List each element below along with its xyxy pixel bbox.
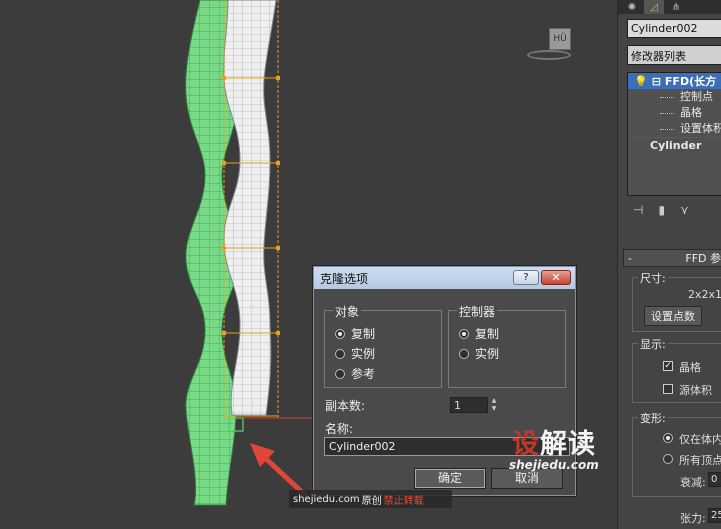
command-panel-tabs: ✺ ◿ ⋔ <box>618 0 721 14</box>
viewcube-face[interactable]: HÜ <box>549 28 571 50</box>
show-end-result-icon[interactable]: ▮ <box>658 203 665 221</box>
object-copy-option[interactable]: 复制 <box>335 325 375 342</box>
all-vertices-label: 所有顶点 <box>679 454 721 467</box>
all-vertices-radio[interactable] <box>663 454 673 464</box>
annotation-arrow <box>250 443 308 498</box>
object-reference-label: 参考 <box>351 367 376 381</box>
stack-subitem-set-volume[interactable]: 设置体积 <box>628 121 721 137</box>
object-group-label: 对象 <box>333 303 362 320</box>
lattice-checkbox-label: 晶格 <box>679 361 701 374</box>
lattice-checkbox[interactable]: ✓ <box>663 361 673 371</box>
ok-button[interactable]: 确定 <box>414 468 486 489</box>
watermark-bar-original: 原创 <box>361 495 382 507</box>
dialog-title: 克隆选项 <box>320 271 369 286</box>
make-unique-icon[interactable]: ⋎ <box>680 203 689 221</box>
white-cylinder-mesh <box>223 0 277 416</box>
controller-copy-label: 复制 <box>475 327 500 341</box>
watermark-bar-site: shejiedu.com <box>293 493 360 505</box>
deform-label: 变形: <box>638 410 668 426</box>
rollout-title: FFD 参数 <box>685 252 721 265</box>
modifier-list-dropdown[interactable]: 修改器列表 <box>627 45 721 65</box>
controller-group: 控制器 复制 实例 <box>448 303 566 388</box>
stack-item-ffd[interactable]: 💡 ⊟ FFD(长方 <box>628 73 721 89</box>
object-reference-radio[interactable] <box>335 368 345 379</box>
controller-copy-option[interactable]: 复制 <box>459 325 499 342</box>
falloff-label: 衰减: <box>680 476 706 489</box>
controller-instance-label: 实例 <box>475 347 500 361</box>
tension-input[interactable]: 25 <box>708 508 721 523</box>
copies-spinner[interactable]: ▲ ▼ <box>489 397 499 413</box>
pin-stack-icon[interactable]: ⊣ <box>633 203 643 221</box>
collapse-icon[interactable]: ⊟ <box>652 75 661 88</box>
controller-group-label: 控制器 <box>457 303 498 320</box>
only-in-volume-radio[interactable] <box>663 433 673 443</box>
set-points-button[interactable]: 设置点数 <box>644 306 702 326</box>
modify-icon[interactable]: ◿ <box>644 0 664 14</box>
object-reference-option[interactable]: 参考 <box>335 365 375 382</box>
watermark-bar-forbidden: 禁止转载 <box>383 495 424 507</box>
object-group: 对象 复制 实例 参考 <box>324 303 442 388</box>
axis-z-label: z <box>250 400 255 410</box>
gear-icon[interactable]: ✺ <box>622 0 642 14</box>
controller-copy-radio[interactable] <box>459 328 469 339</box>
axis-y-label: y <box>249 302 255 313</box>
tension-label: 张力: <box>680 512 706 525</box>
viewcube-compass-ring[interactable] <box>527 50 571 60</box>
watermark-logo-red: 设 <box>512 429 540 460</box>
source-volume-checkbox[interactable] <box>663 384 673 394</box>
dimensions-value: 2x2x17 <box>688 288 721 301</box>
help-button[interactable]: ? <box>513 270 539 285</box>
object-instance-option[interactable]: 实例 <box>335 345 375 362</box>
spinner-up-icon[interactable]: ▲ <box>489 397 499 405</box>
controller-instance-option[interactable]: 实例 <box>459 345 499 362</box>
object-copy-label: 复制 <box>351 327 376 341</box>
dimensions-label: 尺寸: <box>638 270 668 286</box>
stack-item-ffd-label: FFD(长方 <box>664 75 717 88</box>
display-label: 显示: <box>638 336 668 352</box>
lightbulb-icon[interactable]: 💡 <box>634 75 648 88</box>
copies-input[interactable]: 1 <box>450 397 488 413</box>
stack-toolbar: ⊣ ▮ ⋎ <box>627 203 721 221</box>
ffd-parameters-rollout-header[interactable]: - FFD 参数 <box>623 249 721 267</box>
watermark-bar: shejiedu.com 原创 禁止转载 <box>289 490 452 508</box>
stack-item-cylinder[interactable]: Cylinder <box>628 137 721 153</box>
watermark-logo-white: 解读 <box>540 429 596 460</box>
stack-subitem-control-points[interactable]: 控制点 <box>628 89 721 105</box>
copies-label: 副本数: <box>325 399 366 413</box>
rollout-collapse-icon[interactable]: - <box>624 252 637 265</box>
object-copy-radio[interactable] <box>335 328 345 339</box>
falloff-input[interactable]: 0 <box>708 472 721 487</box>
object-instance-label: 实例 <box>351 347 376 361</box>
watermark-url: shejiedu.com <box>509 458 599 472</box>
dialog-title-bar[interactable]: 克隆选项 ? ✕ <box>314 267 575 289</box>
command-panel: ✺ ◿ ⋔ Cylinder002 修改器列表 💡 ⊟ FFD(长方 控制点 晶… <box>617 0 721 529</box>
viewcube-widget[interactable]: HÜ <box>527 20 571 64</box>
object-name-field[interactable]: Cylinder002 <box>627 19 721 38</box>
modifier-stack[interactable]: 💡 ⊟ FFD(长方 控制点 晶格 设置体积 Cylinder <box>627 72 721 196</box>
stack-subitem-lattice[interactable]: 晶格 <box>628 105 721 121</box>
close-button[interactable]: ✕ <box>541 270 571 285</box>
watermark-logo: 设解读 <box>512 422 596 461</box>
spinner-down-icon[interactable]: ▼ <box>489 405 499 413</box>
hierarchy-icon[interactable]: ⋔ <box>666 0 686 14</box>
transform-gizmo <box>228 417 320 432</box>
name-label: 名称: <box>325 422 354 436</box>
controller-instance-radio[interactable] <box>459 348 469 359</box>
object-instance-radio[interactable] <box>335 348 345 359</box>
source-volume-label: 源体积 <box>679 384 712 397</box>
only-in-volume-label: 仅在体内 <box>679 433 721 446</box>
